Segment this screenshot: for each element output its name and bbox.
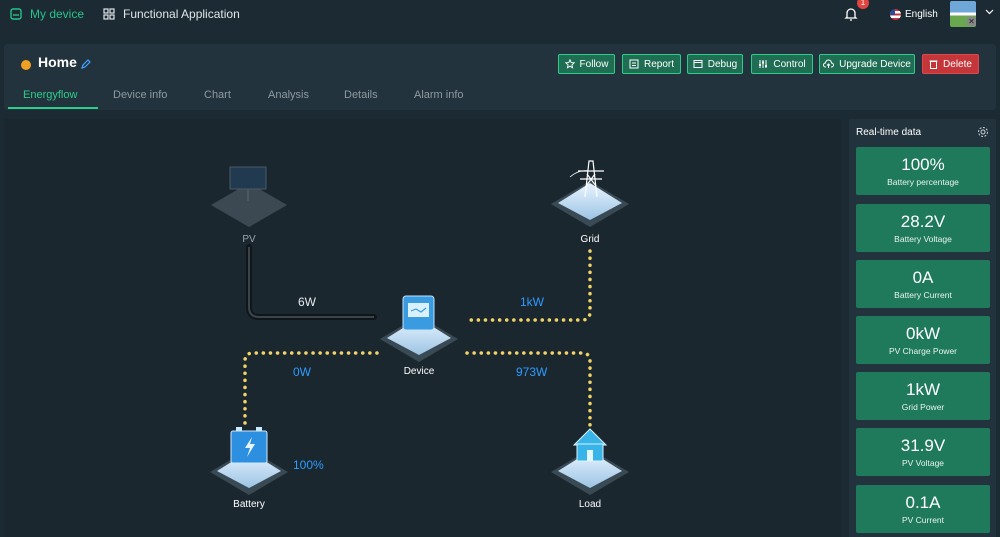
edit-icon[interactable] [81, 59, 91, 69]
pv-label: PV [242, 234, 256, 245]
realtime-title: Real-time data [856, 127, 922, 138]
grid-node [551, 160, 629, 227]
realtime-card-pv-charge-power: 0kW PV Charge Power [856, 316, 990, 364]
realtime-card-pv-current: 0.1A PV Current [856, 485, 990, 533]
report-label: Report [643, 58, 674, 70]
report-button[interactable]: Report [622, 54, 681, 74]
card-label: Battery Current [894, 290, 952, 300]
status-indicator [21, 60, 31, 70]
energyflow-diagram [210, 160, 629, 495]
device-node [380, 295, 458, 362]
top-navbar: My device Functional Application 1 Engli… [0, 0, 1000, 32]
tab-device-info[interactable]: Device info [113, 89, 167, 101]
upgrade-device-button[interactable]: Upgrade Device [819, 54, 915, 74]
active-tab-indicator [8, 107, 98, 109]
grid-power-value: 1kW [520, 295, 544, 309]
realtime-card-pv-voltage: 31.9V PV Voltage [856, 428, 990, 476]
load-node [551, 428, 629, 495]
card-label: Battery Voltage [894, 234, 952, 244]
tab-details[interactable]: Details [344, 89, 378, 101]
close-icon: ✕ [967, 17, 976, 26]
page-title: Home [38, 54, 77, 70]
card-label: PV Current [901, 515, 945, 525]
nav-my-device-label: My device [30, 7, 85, 21]
grid-apps-icon [103, 8, 115, 20]
realtime-card-battery-percentage: 100% Battery percentage [856, 147, 990, 195]
device-label: Device [403, 366, 435, 377]
delete-button[interactable]: Delete [922, 54, 979, 74]
tab-analysis[interactable]: Analysis [268, 89, 309, 101]
house-icon [572, 428, 608, 462]
realtime-card-battery-current: 0A Battery Current [856, 260, 990, 308]
tab-alarm-info[interactable]: Alarm info [414, 89, 464, 101]
debug-icon [693, 60, 703, 68]
battery-node [210, 427, 288, 495]
nav-functional-application-label: Functional Application [123, 7, 240, 21]
load-label: Load [578, 499, 602, 510]
card-value: 31.9V [900, 436, 946, 455]
control-button[interactable]: Control [751, 54, 813, 74]
card-value: 0A [912, 268, 934, 287]
delete-label: Delete [943, 58, 972, 70]
debug-button[interactable]: Debug [687, 54, 743, 74]
load-power-value: 973W [516, 365, 548, 379]
trash-icon [929, 60, 938, 69]
gear-icon[interactable] [977, 126, 989, 138]
notification-badge: 1 [857, 0, 869, 9]
language-selector[interactable]: English [890, 6, 938, 22]
us-flag-icon [890, 8, 901, 20]
nav-functional-application[interactable]: Functional Application [103, 0, 240, 28]
realtime-data-panel: Real-time data 100% Battery percentage 2… [849, 119, 996, 537]
card-value: 28.2V [900, 212, 946, 231]
chevron-down-icon[interactable] [985, 9, 994, 15]
realtime-card-battery-voltage: 28.2V Battery Voltage [856, 204, 990, 252]
card-label: PV Charge Power [888, 346, 958, 356]
battery-power-value: 0W [293, 365, 311, 379]
device-header: Home Follow Report Debug Control Upgrade… [4, 44, 996, 110]
bell-icon[interactable] [843, 6, 859, 22]
star-icon [564, 59, 575, 69]
report-icon [629, 59, 639, 69]
pv-node [211, 166, 287, 227]
card-value: 1kW [906, 380, 940, 399]
battery-label: Battery [233, 499, 265, 510]
card-label: Battery percentage [887, 177, 959, 187]
energyflow-panel: PV Grid Device Battery Load 6W 1kW 0W 97… [4, 119, 841, 537]
language-label: English [905, 8, 938, 20]
pv-power-value: 6W [298, 295, 316, 309]
grid-label: Grid [580, 234, 600, 245]
grid-flow-line [465, 249, 592, 322]
device-icon [10, 8, 22, 20]
battery-flow-line [243, 351, 379, 431]
card-label: Grid Power [901, 402, 945, 412]
nav-my-device[interactable]: My device [10, 0, 84, 28]
control-label: Control [773, 58, 806, 70]
debug-label: Debug [707, 58, 738, 70]
solar-panel-icon [229, 166, 267, 190]
card-value: 100% [901, 155, 945, 174]
upgrade-device-label: Upgrade Device [839, 58, 911, 70]
sliders-icon [759, 60, 768, 68]
follow-button[interactable]: Follow [558, 54, 615, 74]
card-label: PV Voltage [901, 458, 945, 468]
cloud-upload-icon [823, 59, 835, 68]
card-value: 0.1A [905, 493, 941, 512]
tab-energyflow[interactable]: Energyflow [23, 89, 77, 101]
realtime-card-grid-power: 1kW Grid Power [856, 372, 990, 420]
card-value: 0kW [906, 324, 940, 343]
follow-label: Follow [579, 58, 609, 70]
tab-chart[interactable]: Chart [204, 89, 231, 101]
battery-soc-value: 100% [293, 458, 324, 472]
